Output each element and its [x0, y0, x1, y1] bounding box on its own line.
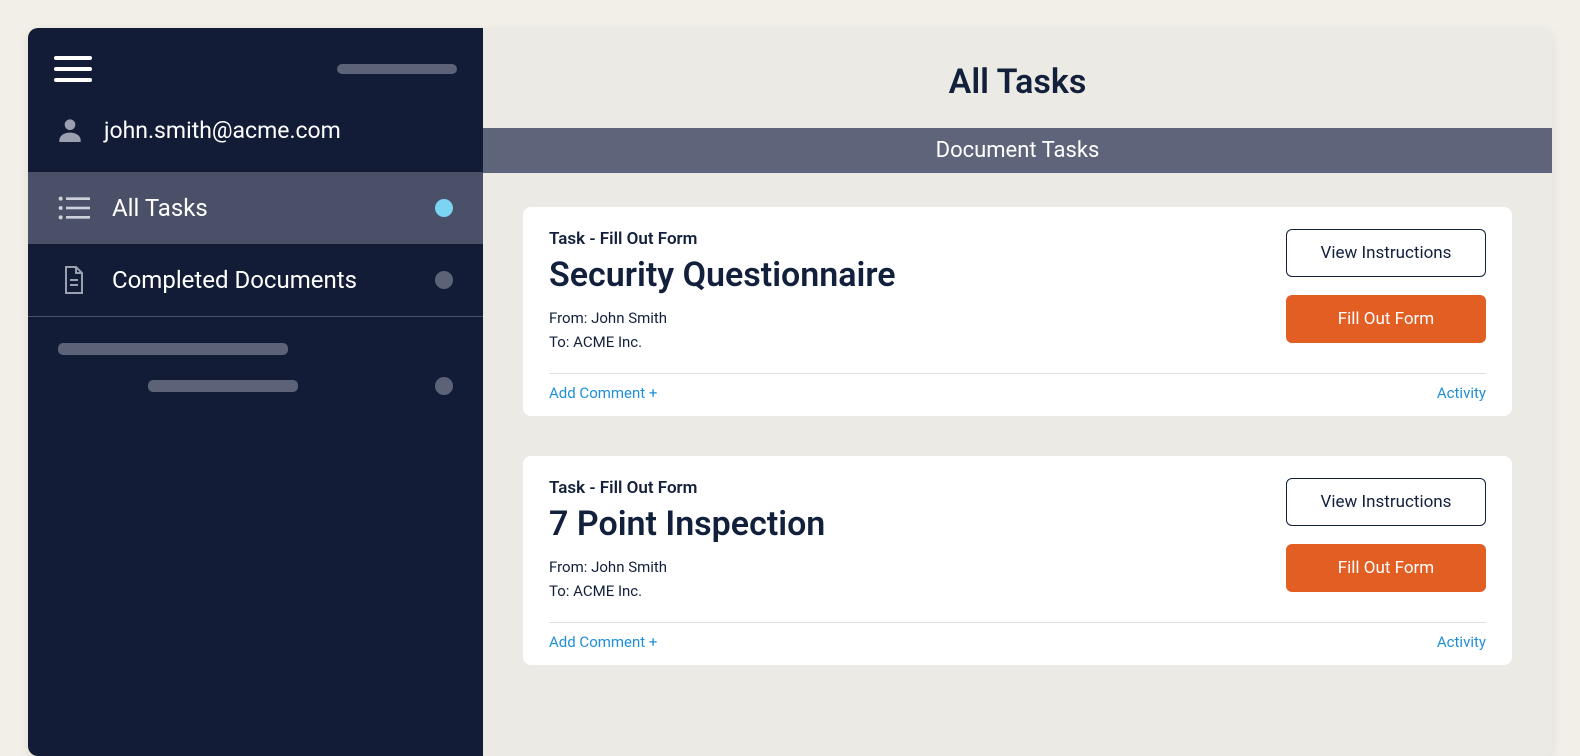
task-from: From: John Smith: [549, 558, 825, 576]
task-card-footer: Add Comment + Activity: [549, 374, 1486, 402]
task-card-info: Task - Fill Out Form 7 Point Inspection …: [549, 478, 825, 600]
sidebar-stub-row: [58, 377, 453, 395]
sidebar-item-completed-documents[interactable]: Completed Documents: [28, 244, 483, 316]
user-icon: [54, 114, 86, 146]
add-comment-link[interactable]: Add Comment +: [549, 633, 657, 651]
sidebar: john.smith@acme.com All Tasks: [28, 28, 483, 756]
view-instructions-button[interactable]: View Instructions: [1286, 229, 1486, 277]
menu-icon[interactable]: [54, 56, 92, 82]
sidebar-stub-section: [28, 317, 483, 443]
nav-item-left: Completed Documents: [58, 266, 357, 294]
list-icon: [58, 194, 90, 222]
logo-placeholder: [337, 64, 457, 74]
task-card: Task - Fill Out Form Security Questionna…: [523, 207, 1512, 416]
task-card-info: Task - Fill Out Form Security Questionna…: [549, 229, 896, 351]
task-card-body: Task - Fill Out Form 7 Point Inspection …: [549, 478, 1486, 600]
fill-out-form-button[interactable]: Fill Out Form: [1286, 544, 1486, 592]
sidebar-item-label: Completed Documents: [112, 266, 357, 294]
task-card-body: Task - Fill Out Form Security Questionna…: [549, 229, 1486, 351]
task-to: To: ACME Inc.: [549, 333, 896, 351]
status-dot: [435, 377, 453, 395]
task-title: Security Questionnaire: [549, 255, 896, 295]
sidebar-item-label: All Tasks: [112, 194, 208, 222]
placeholder-line: [148, 380, 298, 392]
nav-item-left: All Tasks: [58, 194, 208, 222]
task-card-actions: View Instructions Fill Out Form: [1286, 229, 1486, 351]
status-dot: [435, 271, 453, 289]
sidebar-stub-row: [58, 343, 453, 355]
add-comment-link[interactable]: Add Comment +: [549, 384, 657, 402]
task-from: From: John Smith: [549, 309, 896, 327]
task-list: Task - Fill Out Form Security Questionna…: [483, 173, 1552, 699]
task-type-label: Task - Fill Out Form: [549, 478, 825, 498]
activity-link[interactable]: Activity: [1437, 384, 1486, 402]
user-email: john.smith@acme.com: [104, 117, 341, 144]
fill-out-form-button[interactable]: Fill Out Form: [1286, 295, 1486, 343]
task-to: To: ACME Inc.: [549, 582, 825, 600]
page-subheader: Document Tasks: [483, 128, 1552, 173]
task-title: 7 Point Inspection: [549, 504, 825, 544]
task-card-footer: Add Comment + Activity: [549, 623, 1486, 651]
user-row[interactable]: john.smith@acme.com: [28, 102, 483, 172]
placeholder-line: [58, 343, 288, 355]
activity-link[interactable]: Activity: [1437, 633, 1486, 651]
document-icon: [58, 266, 90, 294]
task-card-actions: View Instructions Fill Out Form: [1286, 478, 1486, 600]
page-title: All Tasks: [483, 28, 1552, 128]
sidebar-item-all-tasks[interactable]: All Tasks: [28, 172, 483, 244]
view-instructions-button[interactable]: View Instructions: [1286, 478, 1486, 526]
sidebar-top: [28, 28, 483, 102]
task-type-label: Task - Fill Out Form: [549, 229, 896, 249]
app-frame: john.smith@acme.com All Tasks: [28, 28, 1552, 756]
task-card: Task - Fill Out Form 7 Point Inspection …: [523, 456, 1512, 665]
status-dot: [435, 199, 453, 217]
main-content: All Tasks Document Tasks Task - Fill Out…: [483, 28, 1552, 756]
